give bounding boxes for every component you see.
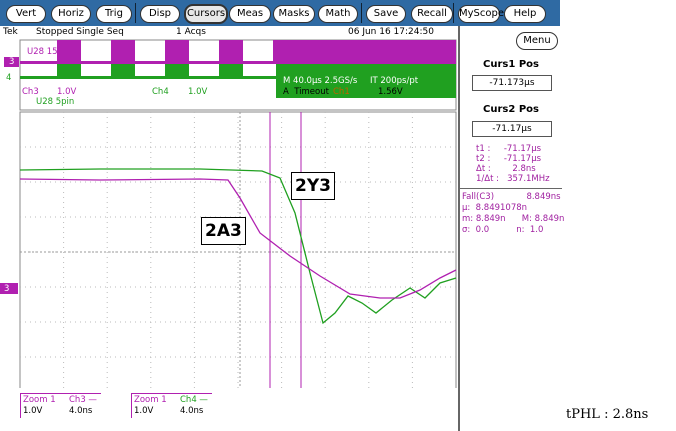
cursor-readout: t2 : -71.17μs xyxy=(476,154,542,164)
ov-ch4: Ch4 xyxy=(152,87,169,97)
ov-ch4-scale: 1.0V xyxy=(188,87,208,97)
curs2-value[interactable]: -71.17μs xyxy=(472,121,552,137)
trigger-ch: Ch1 xyxy=(333,87,350,97)
toolbar-button-masks[interactable]: Masks xyxy=(273,5,315,23)
toolbar-button-math[interactable]: Math xyxy=(318,5,358,23)
z2ch: Ch4 — xyxy=(180,395,208,405)
measurement-row: Fall(C3) 8.849ns xyxy=(462,192,561,202)
toolbar-separator xyxy=(135,3,136,23)
burst xyxy=(165,40,189,62)
datetime: 06 Jun 16 17:24:50 xyxy=(348,27,434,37)
z2: Zoom 1 xyxy=(134,395,167,405)
toolbar-button-myscope[interactable]: MyScope xyxy=(458,5,504,23)
timebase: M 40.0μs 2.5GS/s xyxy=(283,76,358,86)
zoom1-ch3-readout: Zoom 1 Ch3 — 1.0V 4.0ns xyxy=(20,393,101,418)
acq-state: Stopped Single Seq xyxy=(36,27,124,37)
toolbar-separator xyxy=(361,3,362,23)
z1t: 4.0ns xyxy=(69,406,93,416)
toolbar: Vert Horiz Trig Disp Cursors Meas Masks Math Sav… xyxy=(0,0,560,26)
ov-ch3-scale: 1.0V xyxy=(57,87,77,97)
z2v: 1.0V xyxy=(134,406,154,416)
zoom1-ch4-readout: Zoom 1 Ch4 — 1.0V 4.0ns xyxy=(131,393,212,418)
toolbar-button-disp[interactable]: Disp xyxy=(140,5,180,23)
measurement-row: μ: 8.8491078n xyxy=(462,203,528,213)
ov-label-u28-15: U28 15 xyxy=(27,47,58,57)
burst xyxy=(111,40,135,62)
ov-u28-5: U28 5pin xyxy=(36,97,75,107)
z1ch: Ch3 — xyxy=(69,395,97,405)
measurement-row: σ: 0.0 n: 1.0 xyxy=(462,225,544,235)
burst xyxy=(57,64,81,78)
ov-ch4-marker[interactable]: 4 xyxy=(6,73,11,83)
curs1-value[interactable]: -71.173μs xyxy=(472,75,552,91)
cursor-readout: Δt : 2.8ns xyxy=(476,164,536,174)
burst xyxy=(165,64,189,78)
toolbar-button-help[interactable]: Help xyxy=(504,5,546,23)
label-2y3: 2Y3 xyxy=(291,172,335,200)
trigger-mode: A Timeout xyxy=(283,87,329,97)
toolbar-button-vert[interactable]: Vert xyxy=(6,5,46,23)
trigger-level: 1.56V xyxy=(378,87,403,97)
curs1-title: Curs1 Pos xyxy=(483,59,539,70)
curs2-title: Curs2 Pos xyxy=(483,104,539,115)
ov-ch3-marker[interactable]: 3 xyxy=(4,57,20,67)
right-panel: Menu Curs1 Pos -71.173μs Curs2 Pos -71.1… xyxy=(458,26,565,431)
toolbar-button-meas[interactable]: Meas xyxy=(229,5,271,23)
burst xyxy=(219,40,243,62)
zoom-frame xyxy=(19,111,457,388)
menu-button[interactable]: Menu xyxy=(516,32,558,50)
toolbar-button-horiz[interactable]: Horiz xyxy=(51,5,91,23)
z1v: 1.0V xyxy=(23,406,43,416)
z2t: 4.0ns xyxy=(180,406,204,416)
burst xyxy=(111,64,135,78)
burst xyxy=(57,40,81,62)
z1: Zoom 1 xyxy=(23,395,56,405)
ch3-marker-label: 3 xyxy=(4,284,10,294)
toolbar-button-recall[interactable]: Recall xyxy=(411,5,453,23)
tphl-annotation: tPHL : 2.8ns xyxy=(566,407,649,422)
toolbar-button-cursors[interactable]: Cursors xyxy=(184,4,228,24)
brand: Tek xyxy=(3,27,18,37)
cursor-readout: 1/Δt : 357.1MHz xyxy=(476,174,550,184)
toolbar-button-trig[interactable]: Trig xyxy=(96,5,132,23)
interp: IT 200ps/pt xyxy=(370,76,419,86)
toolbar-button-save[interactable]: Save xyxy=(366,5,406,23)
burst xyxy=(219,64,243,78)
burst xyxy=(273,40,456,62)
acq-count: 1 Acqs xyxy=(176,27,206,37)
label-2a3: 2A3 xyxy=(201,217,246,245)
toolbar-separator xyxy=(453,3,454,23)
measurement-row: m: 8.849n M: 8.849n xyxy=(462,214,565,224)
divider xyxy=(460,188,562,189)
cursor-readout: t1 : -71.17μs xyxy=(476,144,542,154)
ov-ch3: Ch3 xyxy=(22,87,39,97)
